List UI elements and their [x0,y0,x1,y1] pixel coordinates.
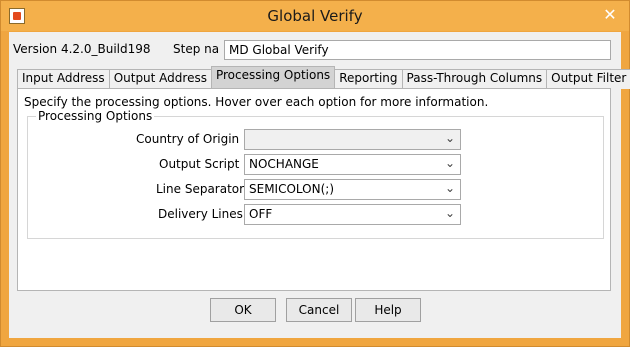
processing-options-group: Processing Options Country of Origin ⌄ O… [27,109,604,239]
tab-input-address[interactable]: Input Address [17,69,110,89]
country-of-origin-select[interactable]: ⌄ [244,129,461,150]
country-of-origin-label: Country of Origin [136,132,240,146]
line-separator-value: SEMICOLON(;) [249,182,335,196]
output-script-value: NOCHANGE [249,157,319,171]
global-verify-dialog: Global Verify ✕ Version 4.2.0_Build198 S… [0,0,630,347]
line-separator-label: Line Separator [156,182,245,196]
step-name-input[interactable] [224,40,611,60]
tab-output-filter[interactable]: Output Filter [546,69,630,89]
help-button[interactable]: Help [355,298,421,322]
title-bar: Global Verify ✕ [1,1,629,31]
tab-pass-through-columns[interactable]: Pass-Through Columns [401,69,548,89]
output-script-select[interactable]: NOCHANGE ⌄ [244,154,461,175]
processing-options-panel: Specify the processing options. Hover ov… [17,88,611,291]
tab-strip: Input Address Output Address Processing … [17,66,630,89]
tab-reporting[interactable]: Reporting [334,69,403,89]
chevron-down-icon: ⌄ [444,131,455,145]
output-script-label: Output Script [159,157,240,171]
version-label: Version 4.2.0_Build198 [13,42,151,56]
chevron-down-icon: ⌄ [444,156,455,170]
dialog-body: Version 4.2.0_Build198 Step nam Input Ad… [9,32,630,338]
delivery-lines-value: OFF [249,207,273,221]
delivery-lines-select[interactable]: OFF ⌄ [244,204,461,225]
step-name-label: Step nam [173,42,219,56]
group-title: Processing Options [36,109,155,123]
window-title: Global Verify [267,7,363,25]
line-separator-select[interactable]: SEMICOLON(;) ⌄ [244,179,461,200]
tab-output-address[interactable]: Output Address [108,69,212,89]
close-icon[interactable]: ✕ [599,5,621,25]
cancel-button[interactable]: Cancel [286,298,352,322]
tab-processing-options[interactable]: Processing Options [210,66,336,89]
ok-button[interactable]: OK [210,298,276,322]
delivery-lines-label: Delivery Lines [158,207,243,221]
instructions-text: Specify the processing options. Hover ov… [24,95,489,109]
chevron-down-icon: ⌄ [444,181,455,195]
chevron-down-icon: ⌄ [444,206,455,220]
